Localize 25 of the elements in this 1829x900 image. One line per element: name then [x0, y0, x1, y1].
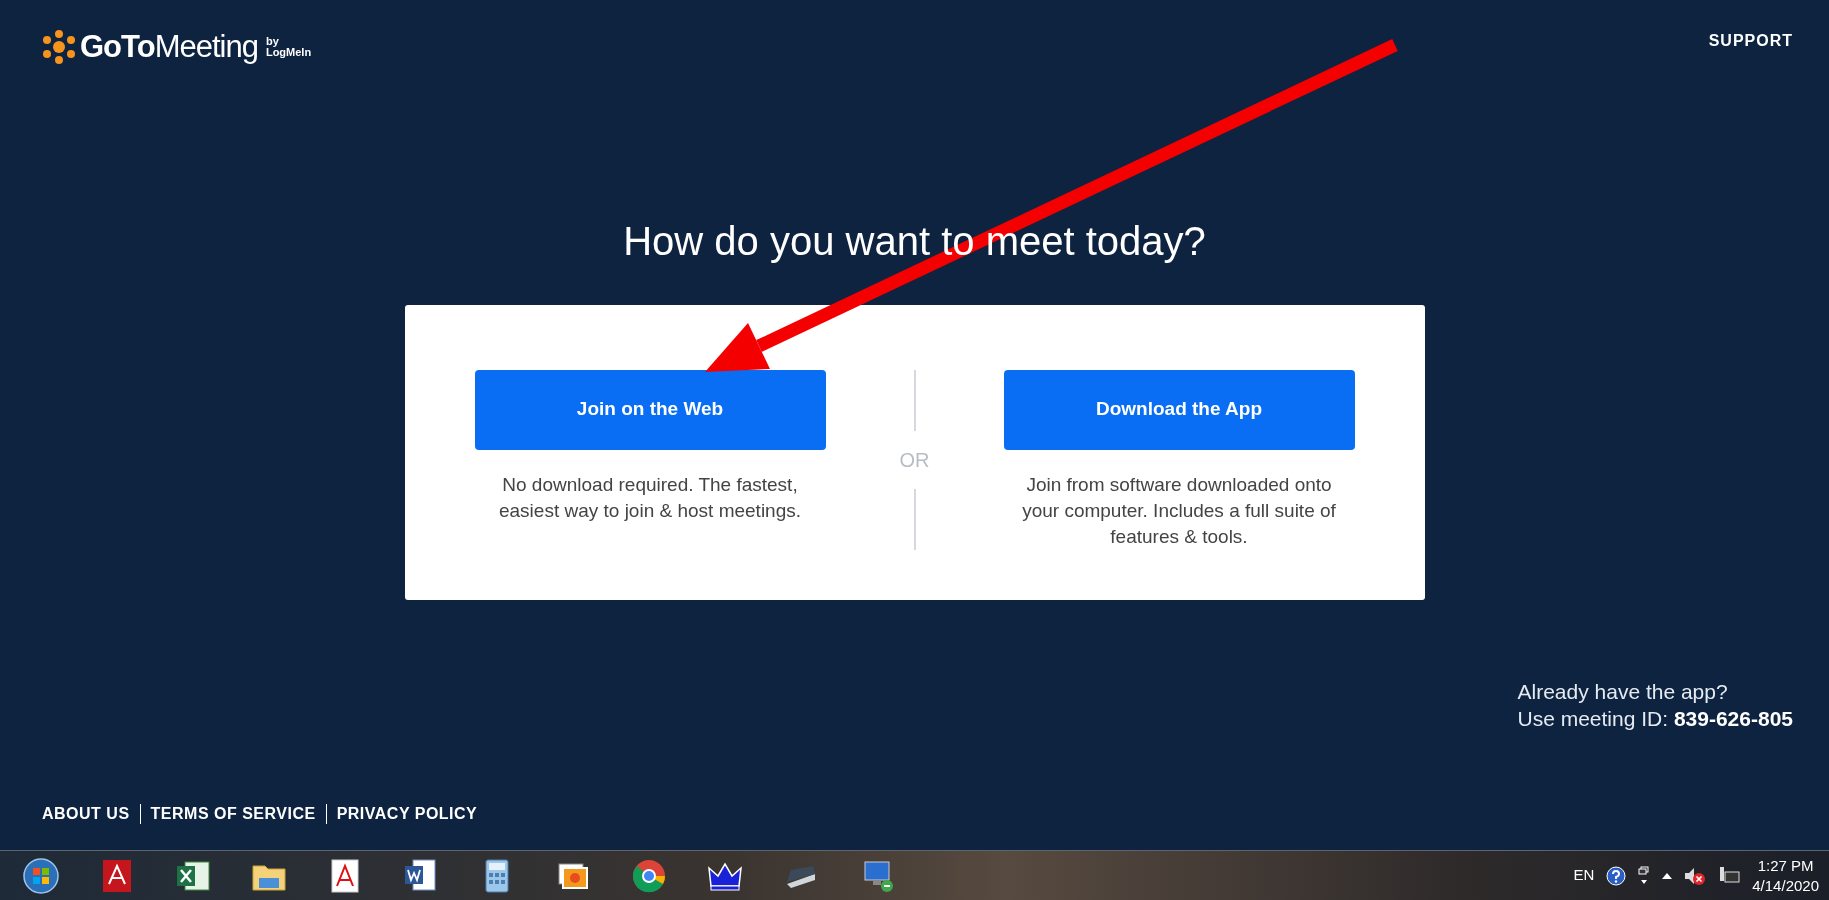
- logo-company-text: LogMeIn: [265, 47, 312, 59]
- clock[interactable]: 1:27 PM 4/14/2020: [1752, 855, 1819, 896]
- footer-link[interactable]: PRIVACY POLICY: [325, 804, 488, 824]
- footer-link[interactable]: TERMS OF SERVICE: [139, 804, 326, 824]
- display-icon[interactable]: [1638, 865, 1651, 886]
- logo-text: GoTo: [80, 28, 155, 66]
- language-indicator[interactable]: EN: [1573, 864, 1595, 887]
- document-icon[interactable]: [403, 857, 439, 894]
- already-have-app-text: Already have the app?: [1517, 679, 1729, 705]
- logo-icon: [42, 30, 76, 65]
- logo-by-text: by: [265, 36, 279, 48]
- help-icon[interactable]: [1606, 865, 1627, 886]
- support-link[interactable]: SUPPORT: [1708, 29, 1793, 53]
- option-button[interactable]: Join on the Web: [474, 369, 826, 450]
- footer-link[interactable]: ABOUT US: [42, 804, 140, 824]
- meeting-id-text: Use meeting ID: 839-626-805: [1517, 706, 1793, 732]
- start-orb-icon[interactable]: [23, 857, 59, 894]
- option-button[interactable]: Download the App: [1003, 369, 1355, 450]
- show-hidden-icons-arrow-icon[interactable]: [1662, 872, 1673, 879]
- option-description: Join from software downloaded onto your computer. Includes a full suite of features & tools.: [1021, 472, 1337, 549]
- or-label: OR: [899, 447, 930, 473]
- option-description: No download required. The fastest, easiest way to join & host meetings.: [497, 472, 802, 523]
- chrome-icon[interactable]: [631, 857, 667, 894]
- logo-text: Meeting: [154, 28, 258, 66]
- network-icon[interactable]: [1718, 865, 1741, 886]
